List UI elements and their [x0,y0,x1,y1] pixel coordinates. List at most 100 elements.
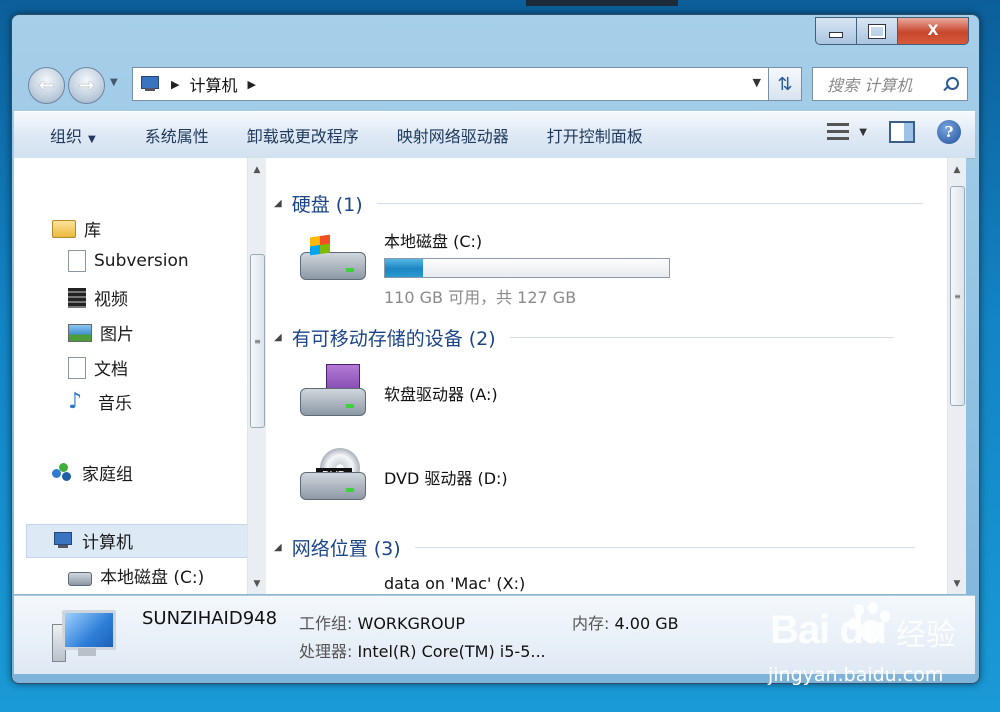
sidebar-item-label: 库 [84,221,101,241]
baidu-paw-icon [848,602,892,650]
memory-value: 4.00 GB [614,614,679,633]
map-network-drive-button[interactable]: 映射网络驱动器 [378,123,528,147]
command-bar: 组织 ▼ 系统属性 卸载或更改程序 映射网络驱动器 打开控制面板 ▼ ? [14,111,975,159]
drive-item-x[interactable]: data on 'Mac' (X:) [296,574,525,594]
workgroup-info: 工作组: WORKGROUP [299,610,465,634]
hard-drive-icon [296,228,368,286]
navigation-pane: 库 Subversion 视频 图片 文档 ♪ 音乐 家庭组 计算机 本地磁盘 … [14,158,248,594]
film-icon [68,287,86,308]
breadcrumb-computer[interactable]: 计算机 [189,72,237,96]
picture-icon [68,323,92,342]
sidebar-item-label: 家庭组 [82,465,133,485]
sidebar-item-libraries[interactable]: 库 [52,216,101,241]
forward-button[interactable]: → [68,67,105,104]
search-placeholder: 搜索 计算机 [827,76,913,95]
drive-item-c[interactable]: 本地磁盘 (C:) 110 GB 可用，共 127 GB [296,228,670,308]
sidebar-item-music[interactable]: ♪ 音乐 [68,389,132,414]
breadcrumb-separator-icon[interactable]: ▶ [171,78,179,91]
refresh-button[interactable]: ⇅ [768,67,802,101]
group-header-hdd[interactable]: ◢ 硬盘 (1) [274,190,923,217]
homegroup-icon [52,462,74,483]
group-divider [509,337,894,338]
arrow-right-icon: → [78,75,95,96]
drive-name: DVD 驱动器 (D:) [384,469,508,488]
scroll-thumb[interactable]: ≡ [950,186,965,406]
scroll-thumb[interactable]: ≡ [250,254,265,428]
sidebar-item-documents[interactable]: 文档 [68,355,128,380]
open-control-panel-button[interactable]: 打开控制面板 [528,123,662,147]
sidebar-item-pictures[interactable]: 图片 [68,320,134,345]
drive-item-a[interactable]: 软盘驱动器 (A:) [296,364,498,422]
organize-button[interactable]: 组织 ▼ [14,123,126,147]
drive-item-d[interactable]: DVD DVD 驱动器 (D:) [296,448,508,506]
address-bar[interactable]: ▶ 计算机 ▶ ▼ [132,67,770,101]
scroll-up-icon[interactable]: ▲ [248,162,266,178]
sidebar-item-homegroup[interactable]: 家庭组 [52,460,133,485]
arrow-left-icon: ← [38,75,55,96]
jingyan-text: 经验 [896,618,956,653]
minimize-icon [829,32,843,38]
change-view-button[interactable]: ▼ [827,121,867,143]
document-icon [68,356,86,379]
breadcrumb-separator-icon[interactable]: ▶ [247,78,255,91]
caption-buttons: X [815,17,969,45]
collapse-triangle-icon[interactable]: ◢ [274,332,282,343]
watermark-url: jingyan.baidu.com [768,664,944,686]
drive-name: 软盘驱动器 (A:) [384,385,498,404]
floppy-drive-icon [296,364,368,422]
sidebar-item-subversion[interactable]: Subversion [68,250,189,272]
collapse-triangle-icon[interactable]: ◢ [274,542,282,553]
document-icon [68,250,86,272]
sidebar-item-label: Subversion [94,251,189,271]
system-properties-button[interactable]: 系统属性 [126,123,228,147]
computer-icon [139,75,161,93]
drive-space-info: 110 GB 可用，共 127 GB [384,288,577,307]
computer-icon [52,610,116,664]
scroll-up-icon[interactable]: ▲ [948,162,966,178]
processor-value: Intel(R) Core(TM) i5-5... [357,642,546,661]
sidebar-item-computer[interactable]: 计算机 [52,528,133,553]
sidebar-item-label: 图片 [100,325,134,345]
scroll-down-icon[interactable]: ▼ [948,576,966,592]
desktop-taskbar-strip [526,0,678,6]
preview-pane-button[interactable] [889,121,915,143]
sidebar-item-videos[interactable]: 视频 [68,285,128,310]
group-divider [414,547,915,548]
group-title: 硬盘 (1) [291,194,363,216]
processor-info: 处理器: Intel(R) Core(TM) i5-5... [299,638,546,662]
sidebar-item-local-disk[interactable]: 本地磁盘 (C:) [68,563,204,588]
uninstall-program-button[interactable]: 卸载或更改程序 [228,123,378,147]
content-pane: ◢ 硬盘 (1) 本地磁盘 (C:) 110 GB 可用，共 127 GB ◢ … [266,158,947,594]
search-input[interactable]: 搜索 计算机 [812,67,968,101]
address-history-dropdown[interactable]: ▼ [753,76,761,89]
navigation-scrollbar[interactable]: ▲ ≡ ▼ [247,158,266,594]
processor-label: 处理器: [299,642,353,661]
search-icon[interactable] [943,77,959,91]
group-header-removable[interactable]: ◢ 有可移动存储的设备 (2) [274,324,894,351]
scroll-down-icon[interactable]: ▼ [248,576,266,592]
chevron-down-icon: ▼ [88,134,96,145]
recent-pages-dropdown[interactable]: ▼ [110,77,118,88]
computer-name: SUNZIHAID948 [142,608,278,629]
close-button[interactable]: X [898,17,969,45]
drive-name: data on 'Mac' (X:) [384,574,526,593]
memory-label: 内存: [572,614,610,633]
drive-text: 本地磁盘 (C:) 110 GB 可用，共 127 GB [384,228,670,308]
workgroup-label: 工作组: [299,614,353,633]
maximize-button[interactable] [857,17,898,45]
back-button[interactable]: ← [28,67,65,104]
disk-usage-bar [384,258,670,278]
help-button[interactable]: ? [937,120,961,144]
disk-usage-fill [385,259,424,277]
workgroup-value: WORKGROUP [357,614,466,633]
sidebar-item-label: 音乐 [98,394,132,414]
content-scrollbar[interactable]: ▲ ≡ ▼ [947,158,966,594]
collapse-triangle-icon[interactable]: ◢ [274,198,282,209]
drive-name: 本地磁盘 (C:) [384,232,483,251]
minimize-button[interactable] [815,17,857,45]
maximize-icon [868,23,886,39]
group-title: 网络位置 (3) [291,538,401,560]
group-header-network[interactable]: ◢ 网络位置 (3) [274,534,915,561]
sidebar-item-label: 本地磁盘 (C:) [100,568,205,588]
toolbar-right-tools: ▼ ? [827,120,961,144]
